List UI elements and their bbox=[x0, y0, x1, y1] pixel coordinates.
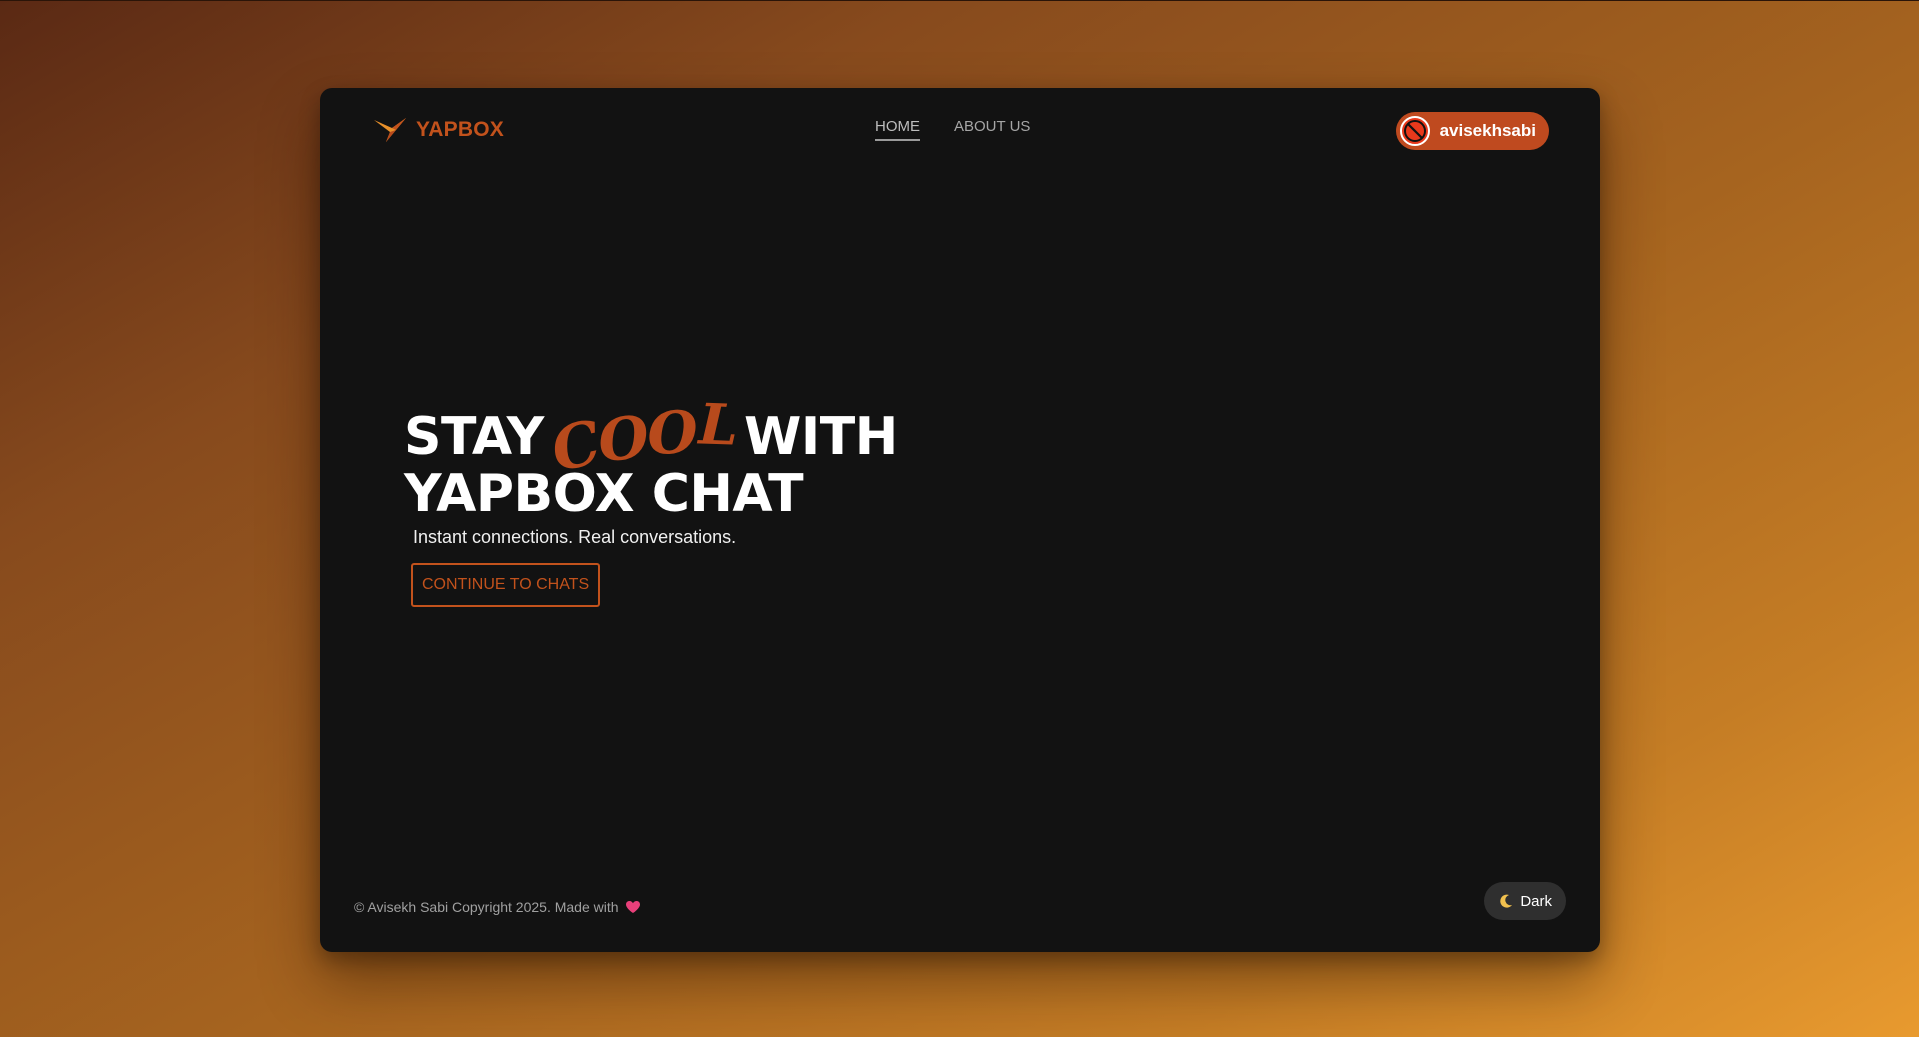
cool-letter: O bbox=[594, 402, 651, 476]
copyright-text: © Avisekh Sabi Copyright 2025. Made with bbox=[354, 899, 619, 915]
headline-word-with: WITH bbox=[744, 407, 898, 467]
swallow-bird-icon bbox=[374, 118, 406, 142]
no-entry-icon bbox=[1403, 120, 1426, 142]
username-label: avisekhsabi bbox=[1439, 121, 1536, 140]
brand-name: YAPBOX bbox=[416, 118, 504, 141]
footer-copyright: © Avisekh Sabi Copyright 2025. Made with bbox=[354, 899, 641, 915]
nav-about-us-link[interactable]: ABOUT US bbox=[954, 118, 1030, 141]
app-card: YAPBOX HOME ABOUT US avisekhsabi STAY C … bbox=[320, 88, 1600, 952]
hero-headline-line1: STAY C O O L WITH bbox=[404, 391, 898, 486]
hero-section: STAY C O O L WITH YAPBOX CHAT Instant co… bbox=[404, 391, 898, 607]
headline-word-stay: STAY bbox=[404, 407, 544, 467]
window-top-edge bbox=[0, 0, 1919, 1]
main-nav: HOME ABOUT US bbox=[875, 118, 1030, 141]
theme-toggle-label: Dark bbox=[1520, 892, 1552, 910]
user-profile-button[interactable]: avisekhsabi bbox=[1395, 112, 1549, 150]
hero-headline-line2: YAPBOX CHAT bbox=[404, 464, 804, 524]
brand-logo[interactable]: YAPBOX bbox=[372, 116, 504, 144]
nav-home-link[interactable]: HOME bbox=[875, 118, 920, 141]
theme-toggle-button[interactable]: Dark bbox=[1484, 882, 1566, 920]
moon-icon bbox=[1500, 894, 1513, 908]
avatar bbox=[1399, 116, 1430, 146]
continue-to-chats-button[interactable]: CONTINUE TO CHATS bbox=[411, 563, 601, 607]
hero-subtitle: Instant connections. Real conversations. bbox=[413, 527, 737, 547]
headline-cool-highlight: C O O L bbox=[545, 391, 738, 486]
heart-icon bbox=[625, 901, 640, 913]
cool-letter: O bbox=[645, 397, 699, 469]
cool-letter: L bbox=[697, 391, 738, 459]
